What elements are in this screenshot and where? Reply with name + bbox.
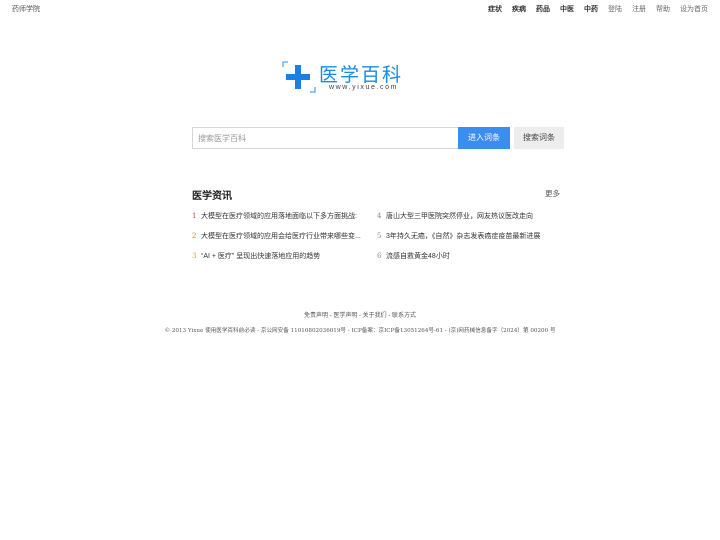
news-rank: 3	[192, 252, 197, 260]
footer-medical-statement-link[interactable]: 医学声明	[333, 313, 357, 319]
nav-help[interactable]: 帮助	[656, 4, 670, 14]
search-input[interactable]	[192, 127, 459, 149]
news-item[interactable]: 5 3年持久无癌，《自然》杂志发表癌症疫苗最新进展	[377, 231, 552, 243]
news-item[interactable]: 1 大模型在医疗领域的应用落地面临以下多方面挑战:	[192, 211, 367, 223]
site-logo[interactable]: 医学百科 www.yixue.com	[281, 60, 421, 94]
footer-contact-link[interactable]: 联系方式	[392, 313, 416, 319]
nav-tcm[interactable]: 中医	[560, 4, 574, 14]
nav-drugs[interactable]: 药品	[536, 4, 550, 14]
news-text: 3年持久无癌，《自然》杂志发表癌症疫苗最新进展	[386, 233, 541, 240]
news-text: 唐山大型三甲医院突然停业，网友热议医改走向	[386, 213, 533, 220]
top-nav: 症状 疾病 药品 中医 中药 登陆 注册 帮助 设为首页	[478, 4, 708, 14]
news-more-link[interactable]: 更多	[545, 188, 560, 199]
footer-disclaimer-link[interactable]: 免责声明	[304, 313, 328, 319]
top-bar: 药师学院 症状 疾病 药品 中医 中药 登陆 注册 帮助 设为首页	[0, 0, 720, 18]
footer-about-link[interactable]: 关于我们	[363, 313, 387, 319]
news-item[interactable]: 3 “AI + 医疗” 呈现出快速落地应用的趋势	[192, 251, 367, 263]
news-text: “AI + 医疗” 呈现出快速落地应用的趋势	[201, 253, 321, 260]
news-text: 流感自救黄金48小时	[386, 253, 450, 260]
footer-copyright: © 2013 Yixue 使用医学百科前必读 - 京公网安备 110108020…	[164, 328, 556, 334]
search-entry-button[interactable]: 搜索词条	[514, 127, 564, 149]
search-bar: 进入词条 搜索词条	[192, 127, 564, 149]
nav-symptoms[interactable]: 症状	[488, 4, 502, 14]
news-text: 大模型在医疗领域的应用落地面临以下多方面挑战:	[201, 213, 357, 220]
logo-url-text: www.yixue.com	[329, 84, 399, 91]
nav-set-homepage[interactable]: 设为首页	[680, 4, 708, 14]
nav-register[interactable]: 注册	[632, 4, 646, 14]
enter-entry-button[interactable]: 进入词条	[458, 127, 510, 149]
news-rank: 1	[192, 212, 197, 220]
news-item[interactable]: 6 流感自救黄金48小时	[377, 251, 552, 263]
news-item[interactable]: 4 唐山大型三甲医院突然停业，网友热议医改走向	[377, 211, 552, 223]
logo-chinese-text: 医学百科	[319, 64, 404, 86]
site-name[interactable]: 药师学院	[12, 4, 40, 14]
news-rank: 4	[377, 212, 382, 220]
nav-login[interactable]: 登陆	[608, 4, 622, 14]
news-text: 大模型在医疗领域的应用会给医疗行业带来哪些变...	[201, 233, 361, 240]
footer-links: 免责声明 - 医学声明 - 关于我们 - 联系方式	[0, 310, 720, 319]
news-item[interactable]: 2 大模型在医疗领域的应用会给医疗行业带来哪些变...	[192, 231, 367, 243]
footer: 免责声明 - 医学声明 - 关于我们 - 联系方式 © 2013 Yixue 使…	[0, 310, 720, 334]
news-rank: 2	[192, 232, 197, 240]
news-rank: 6	[377, 252, 382, 260]
medical-cross-icon	[282, 61, 316, 93]
nav-herbs[interactable]: 中药	[584, 4, 598, 14]
news-title: 医学资讯	[192, 191, 232, 202]
news-rank: 5	[377, 232, 382, 240]
nav-diseases[interactable]: 疾病	[512, 4, 526, 14]
